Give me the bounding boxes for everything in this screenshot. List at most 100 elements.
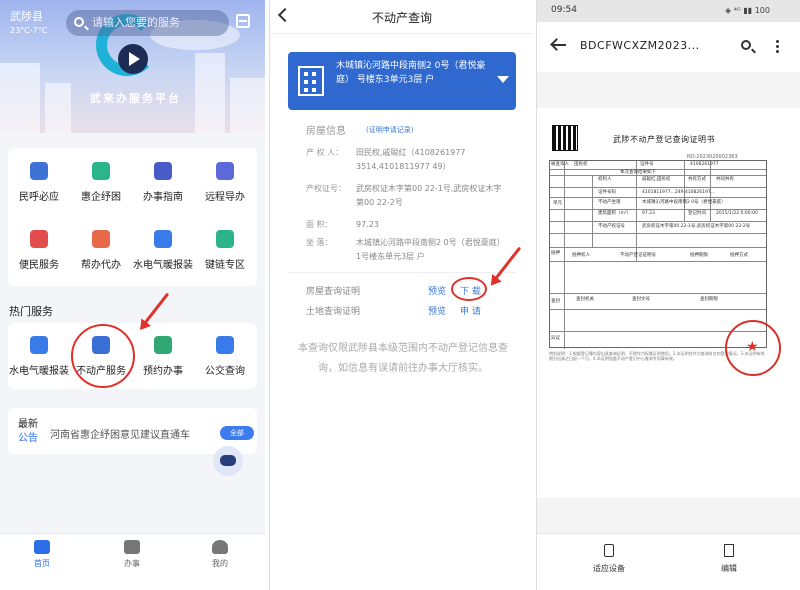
table-rule — [550, 247, 766, 248]
service-label: 键链专区 — [205, 260, 245, 271]
location[interactable]: 武陟县 23°C-7°C — [10, 10, 47, 38]
service-item[interactable]: 便民服务 — [8, 230, 70, 271]
service-icon — [216, 336, 234, 354]
play-icon[interactable] — [118, 44, 148, 74]
field-value: 木城镇沁河路中段南侧2 0号（君悦豪庭） 1号楼东单元3层 户 — [356, 238, 505, 261]
service-label: 民呼必应 — [19, 192, 59, 203]
edit-icon — [724, 544, 734, 557]
table-cell: 武房权证木字第00 22-1号,武房权证木字第00 22-2号 — [642, 224, 751, 229]
back-arrow-icon[interactable] — [552, 44, 566, 46]
table-cell: 被查询人 — [551, 162, 569, 167]
assistant-robot-icon[interactable] — [213, 446, 243, 476]
table-rule — [550, 221, 766, 222]
table-cell: 2015/1/22 0:00:00 — [716, 211, 758, 216]
field-label: 面 积： — [306, 220, 333, 229]
service-item[interactable]: 民呼必应 — [8, 162, 70, 203]
service-icon — [216, 230, 234, 248]
notice-text[interactable]: 河南省惠企纾困意见建议直通车 — [50, 426, 190, 441]
table-cell: 抵押期限 — [690, 253, 708, 258]
service-icon — [92, 230, 110, 248]
edit-button[interactable]: 编辑 — [699, 544, 759, 574]
table-cell: 查封机关 — [576, 297, 594, 302]
preview-link[interactable]: 预览 — [428, 304, 446, 317]
official-seal — [725, 320, 781, 376]
building-decoration — [45, 83, 71, 133]
building-icon — [124, 540, 140, 554]
building-icon — [298, 66, 324, 96]
service-label: 预约办事 — [143, 366, 183, 377]
service-icon — [30, 230, 48, 248]
preview-link[interactable]: 预览 — [428, 284, 446, 297]
service-label: 惠企纾困 — [81, 192, 121, 203]
table-rule — [550, 187, 766, 188]
temperature: 23°C-7°C — [10, 26, 48, 35]
service-item[interactable]: 远程导办 — [194, 162, 256, 203]
field-label: 产权证号： — [306, 184, 346, 193]
table-cell: 不动产坐落 — [598, 200, 621, 205]
tab-label: 我的 — [212, 559, 228, 568]
service-item[interactable]: 办事指南 — [132, 162, 194, 203]
table-cell: 戚聪红,田民权 — [642, 177, 671, 182]
tab-mine[interactable]: 我的 — [200, 540, 240, 569]
field-value: 武房权证木字第00 22-1号,武房权证木字第00 22-2号 — [356, 184, 502, 207]
table-rule — [636, 161, 637, 261]
certificate-row: 土地查询证明 预览 申 请 — [288, 304, 516, 324]
service-item[interactable]: 惠企纾困 — [70, 162, 132, 203]
table-cell: 登记时间 — [688, 211, 706, 216]
table-cell: 田民权 — [574, 162, 588, 167]
table-rule — [592, 175, 593, 247]
more-icon[interactable] — [776, 40, 779, 43]
table-cell: 共同共有 — [716, 177, 734, 182]
address-text: 木城镇沁河路中段南侧2 0号（君悦豪庭） 号楼东3单元3层 户 — [336, 61, 486, 85]
building-decoration — [195, 53, 225, 133]
field-label: 产 权 人： — [306, 148, 344, 157]
service-item[interactable]: 预约办事 — [132, 336, 194, 377]
table-rule — [564, 161, 565, 349]
tab-services[interactable]: 办事 — [112, 540, 152, 569]
building-decoration — [0, 63, 40, 133]
search-input[interactable]: 请输入您要的服务 — [66, 10, 229, 36]
qr-code — [552, 125, 578, 151]
action-link[interactable]: 申 请 — [460, 304, 481, 317]
section-title: 房屋信息 — [306, 126, 346, 137]
caret-down-icon[interactable] — [497, 76, 509, 83]
page-header: 不动产查询 — [270, 0, 533, 34]
table-cell: 证件号码 — [598, 190, 616, 195]
phone-icon — [604, 544, 614, 557]
tab-home[interactable]: 首页 — [22, 540, 62, 569]
field-value: 97.23 — [356, 220, 379, 229]
service-item[interactable]: 键链专区 — [194, 230, 256, 271]
brand-text: 武来办服务平台 — [90, 92, 181, 105]
table-cell: 抵押权人 — [572, 253, 590, 258]
certificate-table: 被查询人 田民权 证件号 4108261977 本次查询结果如下 权利人 戚聪红,田民权 共有… — [549, 160, 767, 349]
table-cell: 建筑面积（m²） — [598, 211, 632, 216]
highlight-circle-annotation — [451, 277, 487, 301]
address-selector[interactable]: 木城镇沁河路中段南侧2 0号（君悦豪庭） 号楼东3单元3层 户 — [288, 52, 516, 110]
table-cell: 权利人 — [598, 177, 612, 182]
table-cell: 木城镇沁河路中段南侧2 0号（君悦豪庭） — [642, 200, 726, 205]
service-item[interactable]: 水电气暖报装 — [132, 230, 194, 271]
query-footnote: 本查询仅限武陟县本级范围内不动产登记信息查询，如信息有误请前往办事大厅核实。 — [298, 343, 508, 374]
table-cell: 4108261977 — [690, 162, 719, 167]
scan-icon[interactable] — [236, 14, 250, 28]
fit-device-button[interactable]: 适应设备 — [579, 544, 639, 574]
notice-all-button[interactable]: 全部 — [220, 426, 254, 440]
service-label: 远程导办 — [205, 192, 245, 203]
service-icon — [30, 162, 48, 180]
field-label: 坐 落： — [306, 238, 333, 247]
service-label: 办事指南 — [143, 192, 183, 203]
table-rule — [550, 209, 766, 210]
tab-label: 首页 — [34, 559, 50, 568]
search-icon[interactable] — [741, 40, 751, 50]
service-icon — [30, 336, 48, 354]
property-query-panel: 不动产查询 木城镇沁河路中段南侧2 0号（君悦豪庭） 号楼东3单元3层 户 房屋… — [269, 0, 533, 590]
table-rule — [550, 169, 766, 170]
service-item[interactable]: 水电气暖报装 — [8, 336, 70, 377]
highlight-circle-annotation — [71, 324, 135, 388]
certificate-label: 房屋查询证明 — [306, 287, 361, 297]
service-item[interactable]: 公交查询 — [194, 336, 256, 377]
table-rule — [550, 309, 766, 310]
table-rule — [550, 175, 766, 176]
service-item[interactable]: 帮办代办 — [70, 230, 132, 271]
application-record-link[interactable]: (证明申请记录) — [366, 125, 413, 135]
